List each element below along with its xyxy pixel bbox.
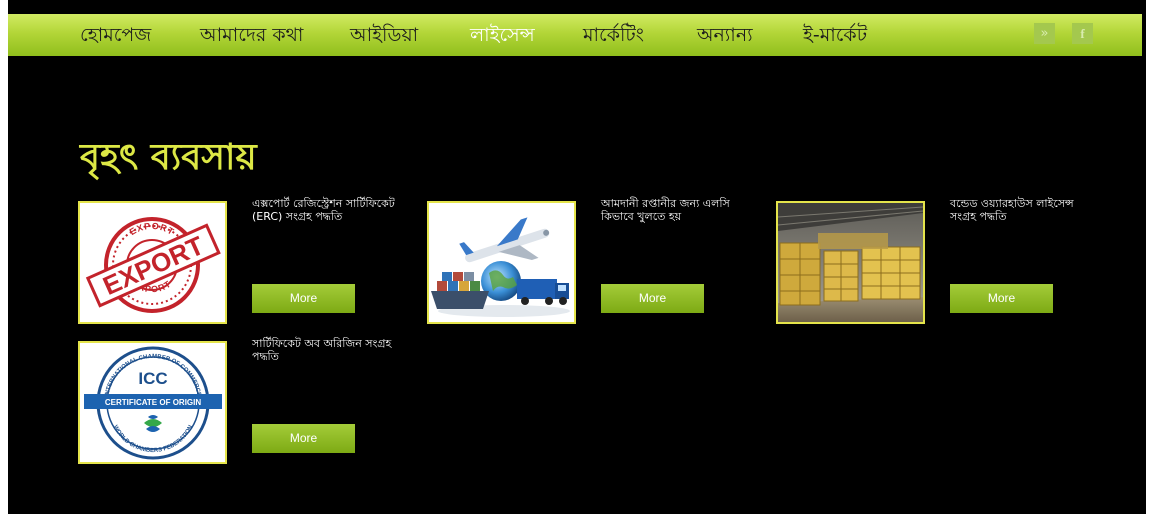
card-title[interactable]: আমদানী রপ্তানীর জন্য এলসি কিভাবে খুলতে হ… [601,197,751,223]
svg-text:ICC: ICC [138,369,167,388]
card-title[interactable]: বন্ডেড ওয়্যারহাউস লাইসেন্স সংগ্রহ পদ্ধত… [950,197,1100,223]
card-bonded-warehouse: বন্ডেড ওয়্যারহাউস লাইসেন্স সংগ্রহ পদ্ধত… [776,197,1106,325]
more-button[interactable]: More [252,424,355,453]
card-image[interactable] [776,201,925,324]
certificate-seal-icon: INTERNATIONAL CHAMBER OF COMMERCE WORLD … [80,343,225,462]
facebook-icon[interactable]: f [1072,23,1093,44]
nav-item-home[interactable]: হোমপেজ [80,14,151,56]
nav-item-license[interactable]: লাইসেন্স [470,14,535,56]
card-title[interactable]: সার্টিফিকেট অব অরিজিন সংগ্রহ পদ্ধতি [252,337,402,363]
svg-text:CERTIFICATE OF ORIGIN: CERTIFICATE OF ORIGIN [105,398,202,407]
main-nav: হোমপেজ আমাদের কথা আইডিয়া লাইসেন্স মার্ক… [8,14,1142,56]
nav-item-emarket[interactable]: ই-মার্কেট [803,14,867,56]
shipping-globe-icon [429,203,574,322]
more-button[interactable]: More [950,284,1053,313]
nav-item-ideas[interactable]: আইডিয়া [350,14,418,56]
nav-item-marketing[interactable]: মার্কেটিং [583,14,644,56]
card-image[interactable] [427,201,576,324]
more-button[interactable]: More [601,284,704,313]
more-button[interactable]: More [252,284,355,313]
card-image[interactable]: EXPORT EXPORT EXPORT [78,201,227,324]
card-export-registration: EXPORT EXPORT EXPORT এক্সপোর্ট রেজিস্ট্র… [78,197,408,325]
card-image[interactable]: INTERNATIONAL CHAMBER OF COMMERCE WORLD … [78,341,227,464]
card-lc-opening: আমদানী রপ্তানীর জন্য এলসি কিভাবে খুলতে হ… [427,197,757,325]
nav-item-others[interactable]: অন্যান্য [697,14,753,56]
page-frame: হোমপেজ আমাদের কথা আইডিয়া লাইসেন্স মার্ক… [8,0,1146,514]
twitter-icon[interactable]: » [1034,23,1055,44]
page-title: বৃহৎ ব্যবসায় [80,137,257,178]
export-stamp-icon: EXPORT EXPORT EXPORT [80,203,225,322]
card-certificate-of-origin: INTERNATIONAL CHAMBER OF COMMERCE WORLD … [78,337,408,465]
card-title[interactable]: এক্সপোর্ট রেজিস্ট্রেশন সার্টিফিকেট (ERC)… [252,197,402,223]
nav-item-about[interactable]: আমাদের কথা [200,14,303,56]
warehouse-icon [778,203,923,322]
